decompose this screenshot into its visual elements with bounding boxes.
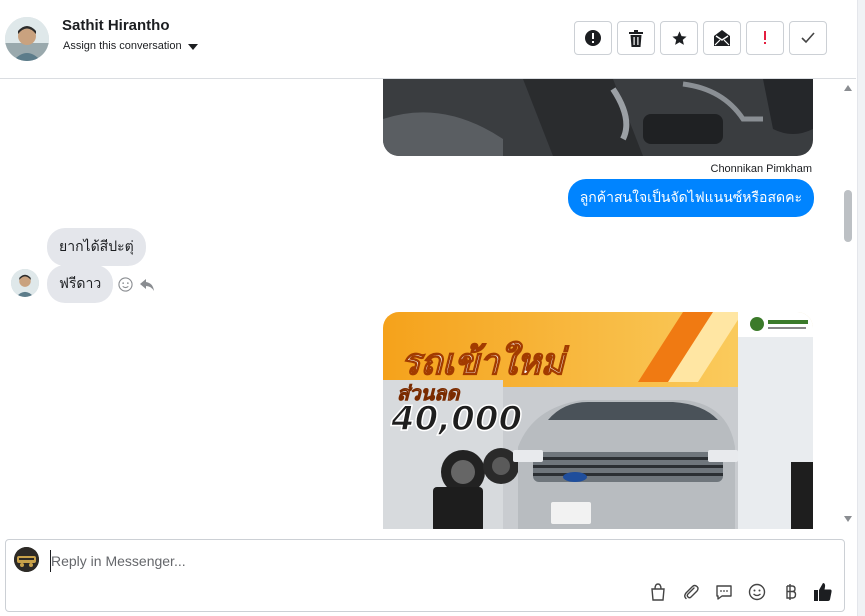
reply-input[interactable] (50, 550, 650, 572)
caret-down-icon (187, 43, 198, 50)
outgoing-message[interactable]: ลูกค้าสนใจเป็นจัดไฟแนนซ์หรือสดคะ (567, 179, 814, 217)
car-interior-image[interactable] (383, 79, 813, 156)
thread-scrollbar[interactable] (840, 79, 857, 529)
chat-bubble-icon (716, 585, 732, 600)
message-thread[interactable]: Chonnikan Pimkham ลูกค้าสนใจเป็นจัดไฟแนน… (0, 79, 840, 529)
window-edge (857, 0, 865, 616)
done-button[interactable] (789, 21, 827, 55)
reply-icon[interactable] (139, 278, 155, 292)
assign-conversation-dropdown[interactable]: Assign this conversation (63, 40, 198, 52)
mail-open-icon (714, 30, 730, 46)
assign-label: Assign this conversation (63, 40, 182, 52)
star-button[interactable] (660, 21, 698, 55)
saved-replies-button[interactable] (713, 581, 735, 603)
incoming-message[interactable]: ฟรีดาว (47, 265, 114, 303)
scroll-thumb[interactable] (844, 190, 852, 242)
incoming-message[interactable]: ยากได้สีปะตุ่ (47, 228, 146, 266)
composer-toolbar (647, 581, 834, 603)
baht-icon (786, 584, 797, 600)
thumbs-up-icon (814, 583, 832, 601)
sender-name: Chonnikan Pimkham (710, 163, 813, 175)
contact-avatar-small (11, 269, 39, 297)
important-button[interactable] (746, 21, 784, 55)
conversation-header: Sathit Hirantho Assign this conversation (0, 0, 856, 79)
scroll-up-arrow-icon[interactable] (844, 85, 852, 91)
page-avatar (14, 547, 39, 572)
shopping-bag-button[interactable] (647, 581, 669, 603)
contact-name[interactable]: Sathit Hirantho (62, 17, 170, 34)
trash-icon (629, 29, 643, 47)
emoji-button[interactable] (746, 581, 768, 603)
shopping-bag-icon (651, 583, 665, 601)
reply-composer (5, 539, 845, 612)
ad-discount: 40,000 (390, 399, 522, 439)
spam-button[interactable] (574, 21, 612, 55)
alert-circle-icon (585, 30, 601, 46)
like-button[interactable] (812, 581, 834, 603)
contact-avatar[interactable] (5, 17, 49, 61)
message-actions (118, 277, 155, 292)
car-promotion-image[interactable]: รถเข้าใหม่ ส่วนลด 40,000 (383, 312, 813, 529)
payment-button[interactable] (779, 581, 801, 603)
mark-unread-button[interactable] (703, 21, 741, 55)
smiley-icon[interactable] (118, 277, 133, 292)
exclamation-icon (764, 31, 766, 44)
ad-headline: รถเข้าใหม่ (401, 341, 569, 383)
smiley-icon (748, 583, 766, 601)
attach-button[interactable] (680, 581, 702, 603)
paperclip-icon (684, 584, 699, 600)
messenger-inbox: Sathit Hirantho Assign this conversation (0, 0, 865, 616)
delete-button[interactable] (617, 21, 655, 55)
star-icon (671, 30, 687, 45)
check-icon (801, 32, 815, 44)
conversation-toolbar (574, 21, 827, 55)
scroll-down-arrow-icon[interactable] (844, 516, 852, 522)
